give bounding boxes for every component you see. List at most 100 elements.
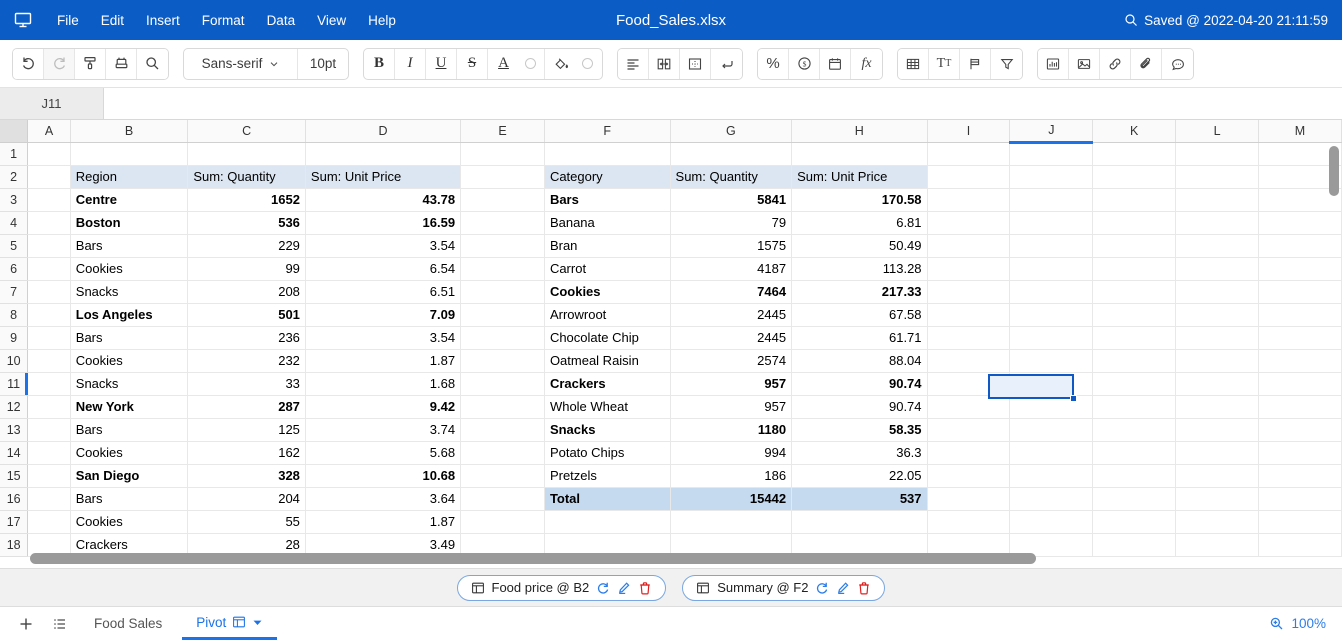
clear-format-button[interactable] (106, 48, 137, 79)
cell-h7[interactable]: 217.33 (791, 280, 928, 304)
cell-e16[interactable] (460, 487, 545, 511)
insert-image-button[interactable] (1069, 48, 1100, 79)
row-header-10[interactable]: 10 (0, 349, 29, 373)
cell-i3[interactable] (927, 188, 1011, 212)
menu-file[interactable]: File (46, 8, 90, 33)
cell-j4[interactable] (1009, 211, 1094, 235)
cell-l4[interactable] (1175, 211, 1260, 235)
row-header-1[interactable]: 1 (0, 142, 29, 166)
cell-e5[interactable] (460, 234, 545, 258)
cell-c15[interactable]: 328 (187, 464, 306, 488)
cell-d8[interactable]: 7.09 (305, 303, 462, 327)
cell-f17[interactable] (544, 510, 671, 534)
cell-j5[interactable] (1009, 234, 1094, 258)
cell-i15[interactable] (927, 464, 1011, 488)
column-header-f[interactable]: F (544, 120, 671, 143)
sheet-tab-food-sales[interactable]: Food Sales (80, 607, 176, 640)
cell-c12[interactable]: 287 (187, 395, 306, 419)
cell-a13[interactable] (27, 418, 71, 442)
cell-b13[interactable]: Bars (70, 418, 189, 442)
cell-l9[interactable] (1175, 326, 1260, 350)
select-all-corner[interactable] (0, 120, 29, 143)
cell-d16[interactable]: 3.64 (305, 487, 462, 511)
redo-button[interactable] (44, 48, 75, 79)
chevron-down-icon[interactable] (252, 617, 263, 628)
cell-m10[interactable] (1258, 349, 1342, 373)
cell-l7[interactable] (1175, 280, 1260, 304)
cell-e2[interactable] (460, 165, 545, 189)
cell-f4[interactable]: Banana (544, 211, 671, 235)
column-header-b[interactable]: B (70, 120, 189, 143)
cell-i17[interactable] (927, 510, 1011, 534)
percent-format-button[interactable]: % (758, 48, 789, 79)
cell-k10[interactable] (1092, 349, 1177, 373)
cell-d7[interactable]: 6.51 (305, 280, 462, 304)
cell-j2[interactable] (1009, 165, 1094, 189)
wrap-text-button[interactable] (711, 48, 742, 79)
pencil-icon[interactable] (617, 581, 631, 595)
cell-g3[interactable]: 5841 (670, 188, 793, 212)
cell-k14[interactable] (1092, 441, 1177, 465)
cell-a11[interactable] (27, 372, 71, 396)
cell-a4[interactable] (27, 211, 71, 235)
cell-f1[interactable] (544, 142, 671, 166)
cell-i9[interactable] (927, 326, 1011, 350)
menu-insert[interactable]: Insert (135, 8, 191, 33)
cell-k9[interactable] (1092, 326, 1177, 350)
cell-k8[interactable] (1092, 303, 1177, 327)
cell-m5[interactable] (1258, 234, 1342, 258)
cell-c13[interactable]: 125 (187, 418, 306, 442)
bold-button[interactable]: B (364, 48, 395, 79)
cell-h16[interactable]: 537 (791, 487, 928, 511)
row-header-16[interactable]: 16 (0, 487, 29, 511)
row-header-7[interactable]: 7 (0, 280, 29, 304)
cell-b4[interactable]: Boston (70, 211, 189, 235)
row-header-8[interactable]: 8 (0, 303, 29, 327)
row-header-12[interactable]: 12 (0, 395, 29, 419)
search-button[interactable] (137, 48, 168, 79)
pivot-chip-summary[interactable]: Summary @ F2 (682, 574, 886, 601)
cell-a10[interactable] (27, 349, 71, 373)
row-header-4[interactable]: 4 (0, 211, 29, 235)
cell-l14[interactable] (1175, 441, 1260, 465)
row-header-6[interactable]: 6 (0, 257, 29, 281)
cell-l3[interactable] (1175, 188, 1260, 212)
insert-comment-button[interactable] (1162, 48, 1193, 79)
font-family-select[interactable]: Sans-serif (184, 48, 298, 79)
cell-m12[interactable] (1258, 395, 1342, 419)
cell-i12[interactable] (927, 395, 1011, 419)
formula-input[interactable] (104, 88, 1342, 119)
cell-g14[interactable]: 994 (670, 441, 793, 465)
row-header-17[interactable]: 17 (0, 510, 29, 534)
cell-f16[interactable]: Total (544, 487, 671, 511)
row-header-5[interactable]: 5 (0, 234, 29, 258)
cell-k13[interactable] (1092, 418, 1177, 442)
cell-h1[interactable] (791, 142, 928, 166)
spreadsheet-grid[interactable]: A B C D E F G H I J K L M 1 2 Region Sum… (0, 120, 1342, 568)
cell-d4[interactable]: 16.59 (305, 211, 462, 235)
strikethrough-button[interactable]: S (457, 48, 488, 79)
cell-h3[interactable]: 170.58 (791, 188, 928, 212)
cell-h6[interactable]: 113.28 (791, 257, 928, 281)
cell-l6[interactable] (1175, 257, 1260, 281)
cell-f8[interactable]: Arrowroot (544, 303, 671, 327)
cell-g13[interactable]: 1180 (670, 418, 793, 442)
cell-e14[interactable] (460, 441, 545, 465)
column-header-h[interactable]: H (791, 120, 928, 143)
cell-a16[interactable] (27, 487, 71, 511)
name-box[interactable]: J11 (0, 88, 104, 119)
cell-j14[interactable] (1009, 441, 1094, 465)
text-color-button[interactable]: A (488, 49, 519, 79)
cell-i11[interactable] (927, 372, 1011, 396)
cell-g11[interactable]: 957 (670, 372, 793, 396)
cell-c9[interactable]: 236 (187, 326, 306, 350)
date-format-button[interactable] (820, 48, 851, 79)
cell-m8[interactable] (1258, 303, 1342, 327)
cell-d3[interactable]: 43.78 (305, 188, 462, 212)
cell-c3[interactable]: 1652 (187, 188, 306, 212)
attach-file-button[interactable] (1131, 48, 1162, 79)
cell-e4[interactable] (460, 211, 545, 235)
row-header-11[interactable]: 11 (0, 372, 29, 396)
cell-g1[interactable] (670, 142, 793, 166)
cell-f5[interactable]: Bran (544, 234, 671, 258)
